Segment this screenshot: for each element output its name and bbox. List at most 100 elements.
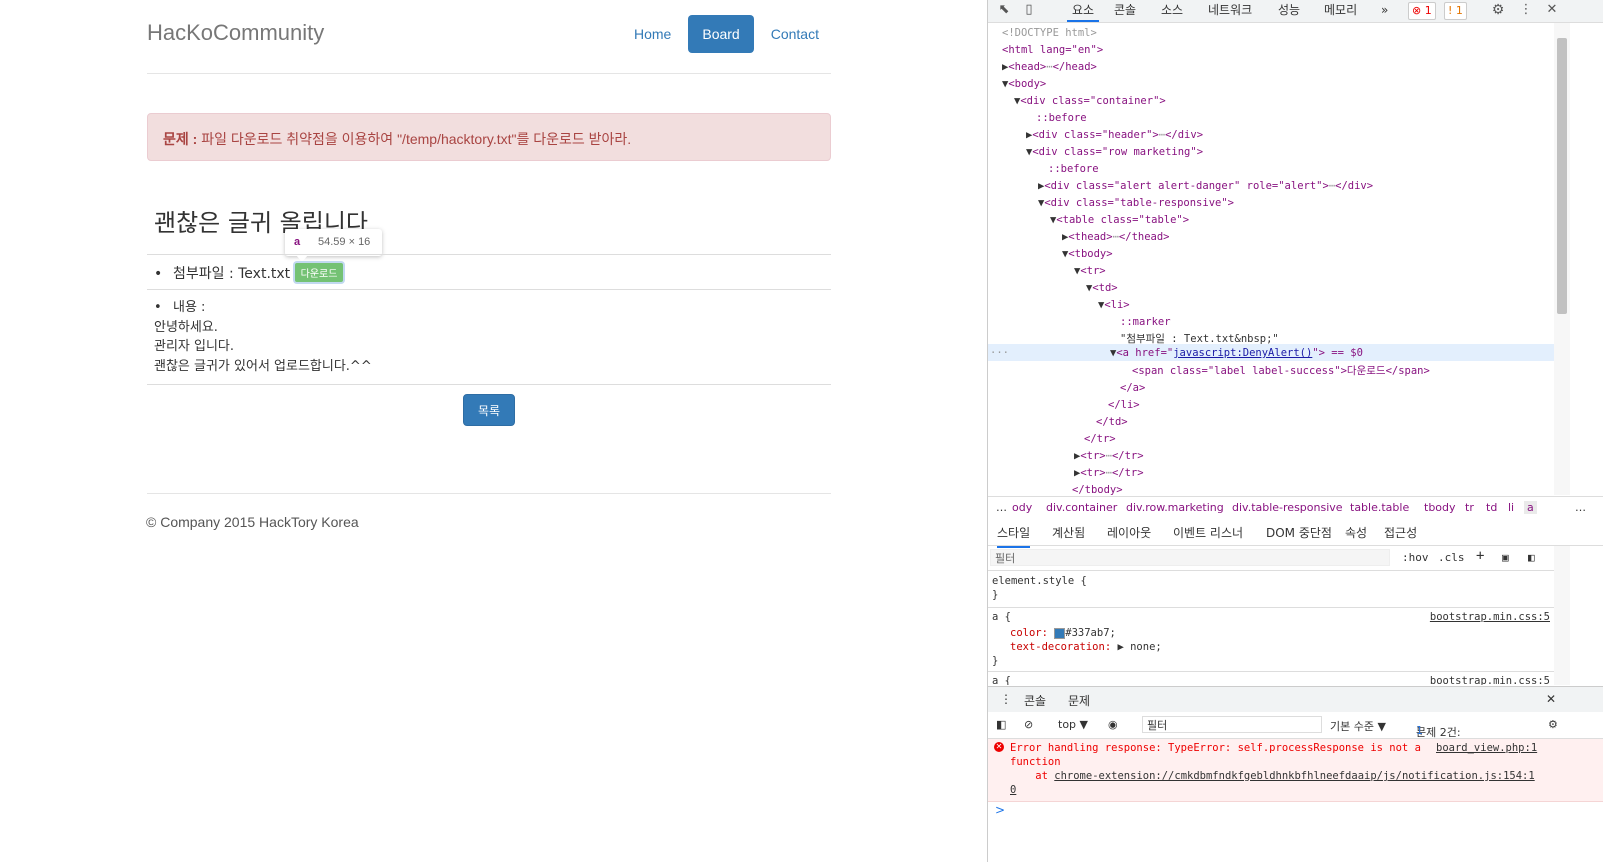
element-style-rule[interactable]: element.style { (992, 574, 1087, 588)
hov-toggle[interactable]: :hov (1402, 551, 1429, 564)
list-button[interactable]: 목록 (463, 394, 515, 426)
dom-scrollbar-thumb[interactable] (1557, 38, 1567, 314)
tab-event-listeners[interactable]: 이벤트 리스너 (1173, 524, 1243, 541)
error-source-link[interactable]: board_view.php:1 (1436, 742, 1537, 754)
console-settings-gear-icon[interactable]: ⚙ (1548, 718, 1558, 731)
breadcrumb-item-active[interactable]: a (1524, 501, 1537, 514)
tab-dom-breakpoints[interactable]: DOM 중단점 (1266, 524, 1332, 541)
error-counter[interactable]: ⊗ 1 (1408, 2, 1436, 20)
dom-header[interactable]: ▶<div class="header">⋯</div> (1026, 127, 1203, 143)
drawer-menu-icon[interactable]: ⋮ (1000, 692, 1012, 706)
dom-row[interactable]: ▼<div class="row marketing"> (1026, 144, 1203, 160)
cls-toggle[interactable]: .cls (1438, 551, 1465, 564)
styles-filter-input[interactable]: 필터 (990, 549, 1390, 566)
toggle-sidebar-icon[interactable]: ◧ (1528, 551, 1535, 564)
color-declaration[interactable]: color: #337ab7; (1010, 626, 1116, 640)
dom-span[interactable]: <span class="label label-success">다운로드</… (1132, 363, 1430, 379)
rule-source-link[interactable]: bootstrap.min.css:5 (1430, 674, 1550, 685)
tab-console[interactable]: 콘솔 (1114, 0, 1136, 22)
nav-home[interactable]: Home (620, 15, 685, 53)
inspect-element-icon[interactable]: ⬉ (996, 2, 1012, 18)
dom-marker[interactable]: ::marker (1120, 314, 1171, 330)
breadcrumb-item[interactable]: … (996, 501, 1007, 514)
new-rule-icon[interactable]: + (1476, 548, 1484, 564)
dom-doctype[interactable]: <!DOCTYPE html> (1002, 25, 1097, 41)
live-expression-eye-icon[interactable]: ◉ (1108, 718, 1118, 731)
dom-a-close[interactable]: </a> (1120, 380, 1145, 396)
tab-performance[interactable]: 성능 (1278, 0, 1300, 22)
breadcrumb-item[interactable]: ody (1012, 501, 1032, 514)
download-badge[interactable]: 다운로드 (294, 263, 344, 282)
breadcrumb-item[interactable]: td (1486, 501, 1497, 514)
tab-computed[interactable]: 계산됨 (1052, 524, 1085, 541)
tab-elements[interactable]: 요소 (1067, 0, 1099, 22)
clear-console-icon[interactable]: ⊘ (1024, 718, 1033, 731)
sidebar-toggle-icon[interactable]: ◧ (996, 718, 1006, 731)
a-rule-selector[interactable]: a { (992, 610, 1011, 624)
styles-scrollbar[interactable] (1554, 546, 1570, 685)
stack-source-link[interactable]: chrome-extension://cmkdbmfndkfgebldhnkbf… (1054, 770, 1534, 782)
console-prompt[interactable]: > (995, 803, 1005, 817)
dom-tr[interactable]: ▼<tr> (1074, 263, 1106, 279)
drawer-tab-console[interactable]: 콘솔 (1024, 692, 1047, 714)
breadcrumb-item[interactable]: li (1508, 501, 1514, 514)
drawer-tab-issues[interactable]: 문제 (1068, 692, 1090, 709)
stack-source-link-cont[interactable]: 0 (1010, 784, 1016, 796)
breadcrumb-item[interactable]: tbody (1424, 501, 1456, 514)
dom-container[interactable]: ▼<div class="container"> (1014, 93, 1166, 109)
breadcrumb-item[interactable]: div.table-responsive (1232, 501, 1343, 514)
dom-thead[interactable]: ▶<thead>⋯</thead> (1062, 229, 1170, 245)
dom-before[interactable]: ::before (1048, 161, 1099, 177)
site-brand[interactable]: HacKoCommunity (147, 20, 324, 46)
dom-tr[interactable]: ▶<tr>⋯</tr> (1074, 448, 1144, 464)
dom-head[interactable]: ▶<head>⋯</head> (1002, 59, 1097, 75)
warning-counter[interactable]: ! 1 (1444, 2, 1467, 20)
paint-brush-icon[interactable]: ▣ (1502, 551, 1509, 564)
dom-html[interactable]: <html lang="en"> (1002, 42, 1103, 58)
dom-tr-close[interactable]: </tr> (1084, 431, 1116, 447)
dom-table-responsive[interactable]: ▼<div class="table-responsive"> (1038, 195, 1234, 211)
tab-network[interactable]: 네트워크 (1208, 0, 1252, 22)
context-select[interactable]: top ▼ (1058, 718, 1088, 731)
breadcrumb-item[interactable]: div.container (1046, 501, 1117, 514)
dom-before[interactable]: ::before (1036, 110, 1087, 126)
device-toolbar-icon[interactable]: ▯ (1021, 2, 1037, 18)
dom-td-close[interactable]: </td> (1096, 414, 1128, 430)
dom-div-close: </div> (1335, 180, 1374, 192)
dom-li[interactable]: ▼<li> (1098, 297, 1130, 313)
dom-tbody[interactable]: ▼<tbody> (1062, 246, 1113, 262)
rule-close: } (992, 655, 999, 667)
a-rule-selector[interactable]: a { (992, 674, 1011, 685)
tab-layout[interactable]: 레이아웃 (1107, 524, 1151, 541)
console-filter-input[interactable]: 필터 (1142, 716, 1322, 733)
tab-memory[interactable]: 메모리 (1324, 0, 1357, 22)
close-icon[interactable]: ✕ (1544, 2, 1560, 18)
dom-td[interactable]: ▼<td> (1086, 280, 1118, 296)
dom-alert[interactable]: ▶<div class="alert alert-danger" role="a… (1038, 178, 1373, 194)
nav-contact[interactable]: Contact (757, 15, 833, 53)
breadcrumb-item[interactable]: table.table (1350, 501, 1409, 514)
tab-sources[interactable]: 소스 (1161, 0, 1183, 22)
drawer-close-icon[interactable]: ✕ (1546, 692, 1556, 706)
breadcrumb-item[interactable]: … (1575, 501, 1586, 514)
more-tabs-icon[interactable]: » (1381, 0, 1388, 22)
nav-board[interactable]: Board (688, 15, 754, 53)
dom-body[interactable]: ▼<body> (1002, 76, 1046, 92)
dom-table[interactable]: ▼<table class="table"> (1050, 212, 1189, 228)
dom-tr[interactable]: ▶<tr>⋯</tr> (1074, 465, 1144, 481)
rule-source-link[interactable]: bootstrap.min.css:5 (1430, 610, 1550, 624)
breadcrumb-item[interactable]: tr (1465, 501, 1474, 514)
dom-li-close[interactable]: </li> (1108, 397, 1140, 413)
dom-a-href[interactable]: javascript:DenyAlert() (1173, 347, 1312, 359)
dom-a-selected[interactable]: ▼<a href="javascript:DenyAlert()"> == $0 (1110, 345, 1363, 361)
tab-properties[interactable]: 속성 (1345, 524, 1367, 541)
breadcrumb-item[interactable]: div.row.marketing (1126, 501, 1224, 514)
kebab-menu-icon[interactable]: ⋮ (1518, 2, 1534, 18)
settings-gear-icon[interactable]: ⚙ (1490, 2, 1506, 18)
tab-styles[interactable]: 스타일 (997, 524, 1031, 548)
color-swatch[interactable] (1054, 627, 1066, 639)
decoration-declaration[interactable]: text-decoration: ▶ none; (1010, 640, 1162, 654)
tab-accessibility[interactable]: 접근성 (1384, 524, 1417, 541)
log-level-select[interactable]: 기본 수준 ▼ (1330, 718, 1386, 734)
dom-tbody-close[interactable]: </tbody> (1072, 482, 1123, 495)
